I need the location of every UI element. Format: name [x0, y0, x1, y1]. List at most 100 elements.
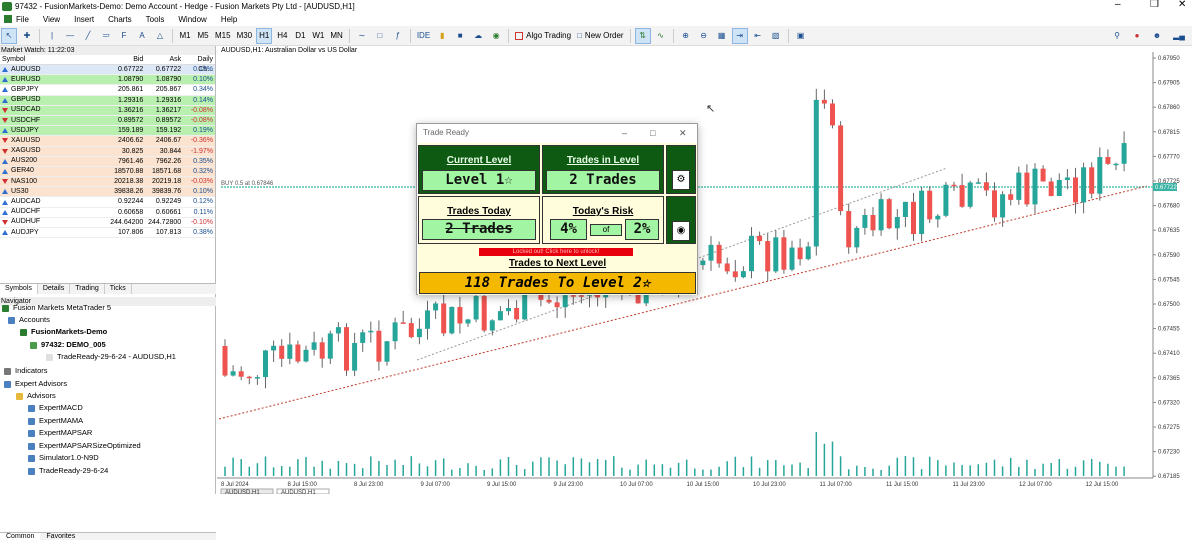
timeframe-d1[interactable]: D1 [292, 28, 308, 44]
unlock-warning-button[interactable]: Locked out! Click here to unlock! [479, 248, 633, 256]
tab-symbols[interactable]: Symbols [0, 284, 38, 294]
indicators-icon[interactable]: ƒ [390, 28, 406, 44]
symbol-row[interactable]: USDCHF 0.89572 0.89572 -0.08% [0, 115, 215, 127]
symbol-row[interactable]: AUS200 7961.46 7962.26 0.35% [0, 156, 215, 167]
lock-icon[interactable]: ▮ [434, 28, 450, 44]
navigator-item[interactable]: Simulator1.0-N9D [28, 452, 99, 464]
navigator-item[interactable]: ExpertMACD [28, 402, 83, 414]
symbol-row[interactable]: AUDUSD 0.67722 0.67722 0.19% [0, 65, 215, 76]
menu-window[interactable]: Window [178, 15, 206, 24]
timeframe-m5[interactable]: M5 [195, 28, 211, 44]
cloud-icon[interactable]: ☁ [470, 28, 486, 44]
symbol-row[interactable]: XAGUSD 30.825 30.844 -1.97% [0, 146, 215, 157]
symbol-row[interactable]: GBPUSD 1.29316 1.29316 0.14% [0, 95, 215, 106]
symbol-row[interactable]: XAUUSD 2406.62 2406.67 -0.36% [0, 136, 215, 147]
unlock-icon[interactable]: ◉ [672, 221, 690, 241]
zoom-out-icon[interactable]: ⊖ [696, 28, 712, 44]
menu-charts[interactable]: Charts [108, 15, 132, 24]
navigator-item[interactable]: TradeReady-29-6-24 [28, 465, 108, 477]
navigator-item[interactable]: ExpertMAPSARSizeOptimized [28, 440, 141, 452]
cursor-tool-icon[interactable]: ↖ [1, 27, 17, 44]
oscillator-icon[interactable]: ∿ [653, 28, 669, 44]
tab-trading[interactable]: Trading [70, 284, 105, 294]
autoscroll-icon[interactable]: ⇥ [731, 27, 748, 44]
fibo-icon[interactable]: F [116, 28, 132, 44]
dialog-close-icon[interactable]: ✕ [679, 124, 687, 142]
timeframe-h4[interactable]: H4 [274, 28, 290, 44]
navigator-item[interactable]: TradeReady-29-6-24 - AUDUSD,H1 [46, 351, 176, 363]
tab-details[interactable]: Details [38, 284, 71, 294]
minimize-icon[interactable]: – [1115, 0, 1121, 10]
text-tool-icon[interactable]: A [134, 28, 150, 44]
navigator-item[interactable]: Fusion Markets MetaTrader 5 [2, 302, 111, 314]
navigator-item[interactable]: Expert Advisors [4, 378, 67, 390]
notifications-icon[interactable]: ● [1129, 28, 1145, 44]
menu-file[interactable]: File [16, 15, 29, 24]
dialog-title-bar[interactable]: Trade Ready – □ ✕ [417, 124, 697, 142]
chart-shift-icon[interactable]: ⇤ [750, 28, 766, 44]
signals-icon[interactable]: ◉ [488, 28, 504, 44]
menu-help[interactable]: Help [221, 15, 237, 24]
crosshair-icon[interactable]: ✚ [19, 28, 35, 44]
ide-button[interactable]: IDE [415, 28, 432, 44]
dialog-minimize-icon[interactable]: – [622, 124, 627, 142]
symbol-row[interactable]: AUDCAD 0.92244 0.92249 0.12% [0, 197, 215, 208]
col-bid[interactable]: Bid [100, 55, 143, 64]
store-icon[interactable]: ■ [452, 28, 468, 44]
menu-tools[interactable]: Tools [146, 15, 165, 24]
depth-of-market-icon[interactable]: ⇅ [634, 27, 651, 44]
maximize-icon[interactable]: ❐ [1150, 0, 1159, 10]
horizontal-line-icon[interactable]: — [62, 28, 78, 44]
close-icon[interactable]: ✕ [1178, 0, 1186, 10]
dialog-maximize-icon[interactable]: □ [650, 124, 655, 142]
user-icon[interactable]: ☻ [1149, 28, 1165, 44]
symbol-row[interactable]: GBPJPY 205.861 205.867 0.34% [0, 85, 215, 96]
navigator-item[interactable]: 97432: DEMO_005 [30, 339, 106, 351]
navigator-item[interactable]: ExpertMAPSAR [28, 427, 92, 439]
symbol-row[interactable]: AUDHUF 244.64200 244.72800 -0.10% [0, 217, 215, 228]
navigator-item[interactable]: Advisors [16, 390, 56, 402]
channel-icon[interactable]: ≕ [98, 28, 114, 44]
trendline-icon[interactable]: ╱ [80, 28, 96, 44]
gear-icon[interactable]: ⚙ [672, 170, 690, 190]
timeframe-mn[interactable]: MN [328, 28, 344, 44]
symbol-row[interactable]: USDCAD 1.36216 1.36217 -0.08% [0, 105, 215, 116]
tab-ticks[interactable]: Ticks [105, 284, 132, 294]
timeframe-m15[interactable]: M15 [213, 28, 233, 44]
chart-area[interactable]: AUDUSD,H1: Australian Dollar vs US Dolla… [217, 46, 1192, 494]
tile-windows-icon[interactable]: ▦ [714, 28, 730, 44]
timeframe-w1[interactable]: W1 [310, 28, 326, 44]
symbol-row[interactable]: USDJPY 159.189 159.192 0.19% [0, 126, 215, 137]
col-symbol[interactable]: Symbol [0, 55, 100, 64]
symbol-row[interactable]: US30 39838.26 39839.76 0.10% [0, 187, 215, 198]
template-icon[interactable]: □ [372, 28, 388, 44]
navigator-item[interactable]: Indicators [4, 365, 48, 377]
symbol-row[interactable]: GER40 18570.88 18571.68 0.32% [0, 166, 215, 178]
timeframe-m30[interactable]: M30 [235, 28, 255, 44]
search-icon[interactable]: ⚲ [1109, 28, 1125, 44]
grid-icon[interactable]: ▧ [768, 28, 784, 44]
screenshot-icon[interactable]: ▣ [793, 28, 809, 44]
col-ask[interactable]: Ask [143, 55, 181, 64]
navigator-item[interactable]: ExpertMAMA [28, 415, 83, 427]
navigator-item[interactable]: Accounts [8, 314, 50, 326]
col-daily-change[interactable]: Daily Ch... [181, 55, 215, 73]
timeframe-h1[interactable]: H1 [256, 27, 273, 44]
symbol-row[interactable]: AUDCHF 0.60658 0.60661 0.11% [0, 207, 215, 218]
vertical-line-icon[interactable]: | [44, 28, 60, 44]
price-chart[interactable]: 0.67950 0.67905 0.67860 0.67815 0.67770 0.677… [217, 46, 1192, 494]
symbol-row[interactable]: EURUSD 1.08790 1.08790 0.10% [0, 75, 215, 86]
symbol-row[interactable]: NAS100 20218.38 20219.18 -0.03% [0, 177, 215, 188]
shapes-icon[interactable]: △ [152, 28, 168, 44]
zoom-in-icon[interactable]: ⊕ [678, 28, 694, 44]
chart-type-icon[interactable]: ∼ [354, 28, 370, 44]
new-order-button[interactable]: □ New Order [575, 28, 626, 44]
menu-view[interactable]: View [43, 15, 60, 24]
tab-common[interactable]: Common [0, 533, 41, 540]
tab-favorites[interactable]: Favorites [40, 533, 81, 540]
symbol-row[interactable]: AUDJPY 107.806 107.813 0.38% [0, 228, 215, 239]
menu-insert[interactable]: Insert [74, 15, 94, 24]
navigator-item[interactable]: FusionMarkets-Demo [20, 326, 107, 338]
algo-trading-button[interactable]: Algo Trading [513, 28, 573, 44]
timeframe-m1[interactable]: M1 [177, 28, 193, 44]
